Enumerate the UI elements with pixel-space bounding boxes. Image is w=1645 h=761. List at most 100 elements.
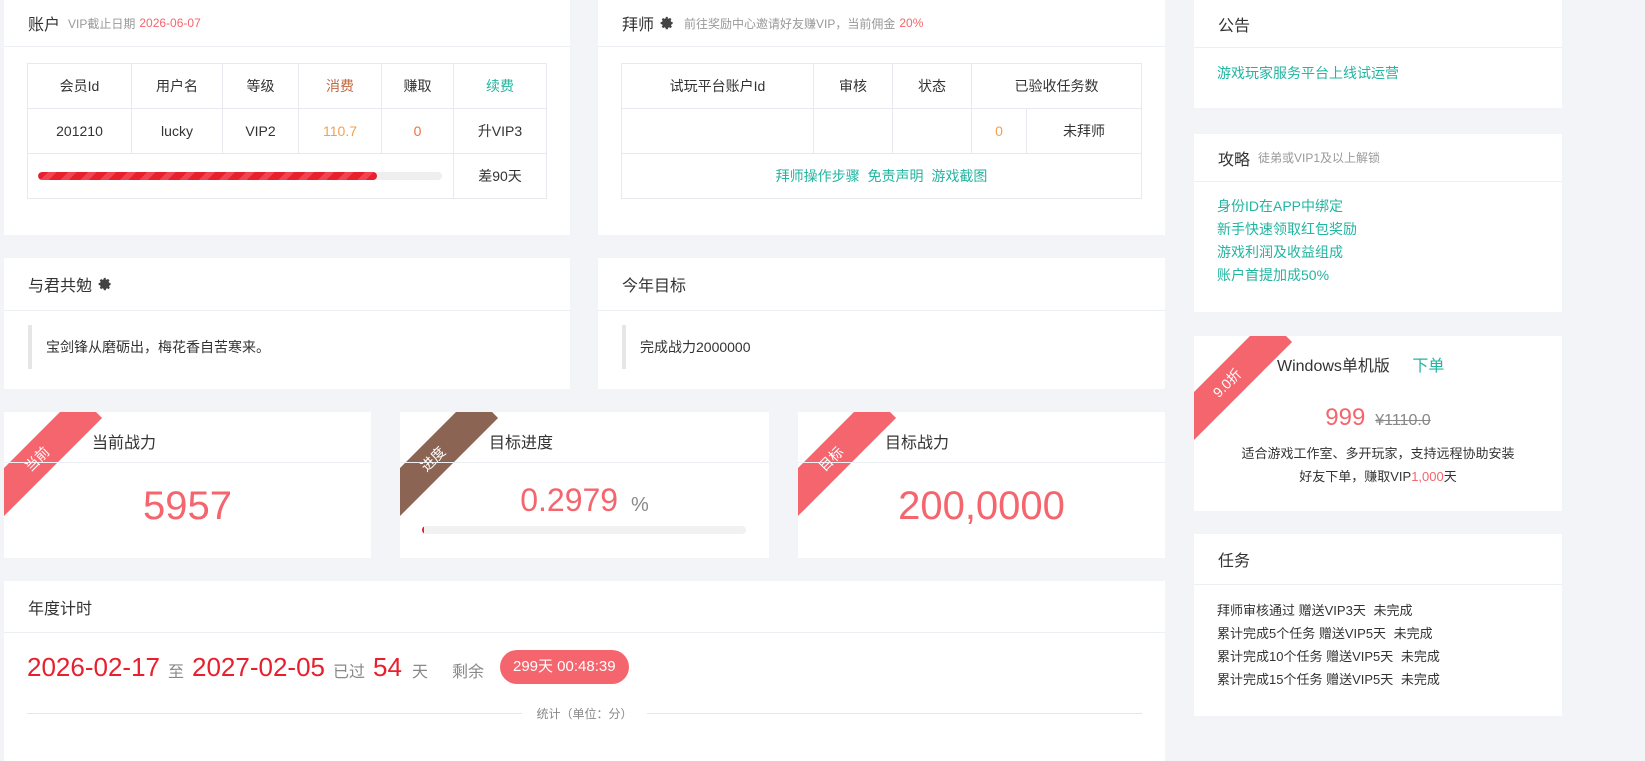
promo-prefix: 好友下单，赚取VIP (1299, 469, 1412, 484)
review-value (813, 108, 893, 154)
table-row: 试玩平台账户Id 审核 状态 已验收任务数 (621, 63, 1142, 109)
earned-value: 0 (381, 108, 454, 154)
table-row: 201210 lucky VIP2 110.7 0 升VIP3 (27, 108, 547, 154)
current-power-value: 5957 (143, 484, 232, 528)
mentor-subtitle: 前往奖励中心邀请好友赚VIP，当前佣金 (684, 16, 896, 31)
guide-subtitle: 徒弟或VIP1及以上解锁 (1258, 151, 1381, 165)
day-unit: 天 (411, 664, 428, 681)
list-item: 累计完成5个任务 赠送VIP5天 未完成 (1217, 626, 1433, 641)
motto-card: 与君共勉 宝剑锋从磨砺出，梅花香自苦寒来。 (4, 258, 570, 389)
target-power-value: 200,0000 (898, 484, 1065, 528)
vip-progress-bar (38, 172, 442, 180)
target-progress-bar (422, 526, 746, 534)
target-progress-value: 0.2979 (520, 482, 619, 518)
col-member-id: 会员Id (27, 63, 132, 109)
col-status: 状态 (892, 63, 972, 109)
vip-expire-label: VIP截止日期 (68, 16, 136, 31)
to-label: 至 (168, 664, 185, 681)
col-username: 用户名 (131, 63, 223, 109)
commission-rate: 20% (899, 16, 924, 30)
current-power-card: 当前 当前战力 5957 (4, 412, 371, 558)
game-screenshot-link[interactable]: 游戏截图 (931, 168, 987, 184)
promo-days: 1,000 (1411, 469, 1444, 484)
col-tasks-accepted: 已验收任务数 (971, 63, 1142, 109)
guide-link[interactable]: 身份ID在APP中绑定 (1217, 195, 1539, 218)
account-table: 会员Id 用户名 等级 消费 赚取 续费 201210 lucky VIP2 1… (27, 63, 547, 199)
tasks-card: 任务 拜师审核通过 赠送VIP3天 未完成 累计完成5个任务 赠送VIP5天 未… (1194, 534, 1562, 716)
goal-card: 今年目标 完成战力2000000 (598, 258, 1165, 389)
member-id: 201210 (27, 108, 132, 154)
days-left: 差90天 (453, 153, 547, 199)
motto-title: 与君共勉 (28, 278, 93, 295)
username: lucky (131, 108, 223, 154)
guide-header: 攻略 徒弟或VIP1及以上解锁 (1194, 134, 1562, 182)
gear-icon[interactable] (660, 16, 674, 30)
tasks-header: 任务 (1194, 534, 1562, 585)
chart-caption: 统计（单位：分） (522, 707, 647, 721)
target-progress-fill (422, 526, 424, 534)
order-button[interactable]: 下单 (1412, 358, 1444, 375)
platform-id (621, 108, 814, 154)
passed-label: 已过 (333, 664, 366, 681)
yearly-title: 年度计时 (28, 600, 93, 618)
col-level: 等级 (222, 63, 299, 109)
target-power-title: 目标战力 (885, 435, 950, 452)
mentor-status: 未拜师 (1026, 108, 1142, 154)
start-date: 2026-02-17 (27, 651, 160, 682)
notice-header: 公告 (1194, 0, 1562, 48)
current-power-title: 当前战力 (92, 435, 157, 452)
notice-title: 公告 (1218, 17, 1251, 35)
table-row: 拜师操作步骤 免责声明 游戏截图 (621, 153, 1142, 199)
list-item: 累计完成10个任务 赠送VIP5天 未完成 (1217, 649, 1440, 664)
list-item: 累计完成15个任务 赠送VIP5天 未完成 (1217, 672, 1440, 687)
guide-card: 攻略 徒弟或VIP1及以上解锁 身份ID在APP中绑定 新手快速领取红包奖励 游… (1194, 134, 1562, 312)
renew-link[interactable]: 续费 (453, 63, 547, 109)
col-earned: 赚取 (381, 63, 454, 109)
passed-days: 54 (373, 651, 402, 682)
vip-progress-fill (38, 172, 378, 180)
motto-quote: 宝剑锋从磨砺出，梅花香自苦寒来。 (28, 325, 546, 369)
product-card: 9.0折 Windows单机版 下单 999 ¥1110.0 适合游戏工作室、多… (1194, 336, 1562, 511)
list-item: 拜师审核通过 赠送VIP3天 未完成 (1217, 603, 1413, 618)
goal-title: 今年目标 (622, 278, 687, 295)
spent-value: 110.7 (298, 108, 382, 154)
product-name: Windows单机版 (1277, 358, 1390, 375)
guide-link[interactable]: 账户首提加成50% (1217, 264, 1539, 287)
disclaimer-link[interactable]: 免责声明 (868, 168, 924, 184)
yearly-header: 年度计时 (4, 581, 1165, 633)
target-progress-card: 进度 目标进度 0.2979 % (400, 412, 769, 558)
table-row: 会员Id 用户名 等级 消费 赚取 续费 (27, 63, 547, 109)
mentor-table: 试玩平台账户Id 审核 状态 已验收任务数 0 未拜师 拜师操作步骤 免责声明 … (621, 63, 1142, 199)
mentor-header: 拜师 前往奖励中心邀请好友赚VIP，当前佣金 20% (598, 0, 1165, 47)
goal-header: 今年目标 (598, 258, 1165, 311)
status-value (892, 108, 972, 154)
product-desc: 适合游戏工作室、多开玩家，支持远程协助安装 (1241, 446, 1515, 461)
countdown-badge: 299天 00:48:39 (499, 650, 629, 684)
table-row: 0 未拜师 (621, 108, 1142, 154)
progress-unit: % (630, 494, 649, 516)
col-platform-id: 试玩平台账户Id (621, 63, 814, 109)
notice-card: 公告 游戏玩家服务平台上线试运营 (1194, 0, 1562, 108)
yearly-timer-card: 年度计时 2026-02-17 至 2027-02-05 已过 54 天 剩余 … (4, 581, 1165, 761)
account-card: 账户 VIP截止日期 2026-06-07 会员Id 用户名 等级 消费 赚取 … (4, 0, 570, 235)
guide-link[interactable]: 新手快速领取红包奖励 (1217, 218, 1539, 241)
mentor-steps-link[interactable]: 拜师操作步骤 (776, 168, 860, 184)
notice-link[interactable]: 游戏玩家服务平台上线试运营 (1217, 61, 1539, 85)
product-price: 999 (1325, 404, 1366, 431)
goal-quote: 完成战力2000000 (622, 325, 1141, 369)
vip-expire-date: 2026-06-07 (139, 16, 201, 30)
upgrade-link[interactable]: 升VIP3 (453, 108, 547, 154)
mentor-card: 拜师 前往奖励中心邀请好友赚VIP，当前佣金 20% 试玩平台账户Id 审核 状… (598, 0, 1165, 235)
col-review: 审核 (813, 63, 893, 109)
promo-suffix: 天 (1443, 469, 1457, 484)
col-spent: 消费 (298, 63, 382, 109)
gear-icon[interactable] (98, 277, 112, 291)
motto-header: 与君共勉 (4, 258, 570, 311)
tasks-count: 0 (971, 108, 1027, 154)
task-list: 拜师审核通过 赠送VIP3天 未完成 累计完成5个任务 赠送VIP5天 未完成 … (1194, 585, 1562, 705)
target-power-card: 目标 目标战力 200,0000 (798, 412, 1165, 558)
target-progress-title: 目标进度 (489, 435, 554, 452)
account-header: 账户 VIP截止日期 2026-06-07 (4, 0, 570, 47)
guide-link[interactable]: 游戏利润及收益组成 (1217, 241, 1539, 264)
guide-title: 攻略 (1218, 151, 1251, 169)
